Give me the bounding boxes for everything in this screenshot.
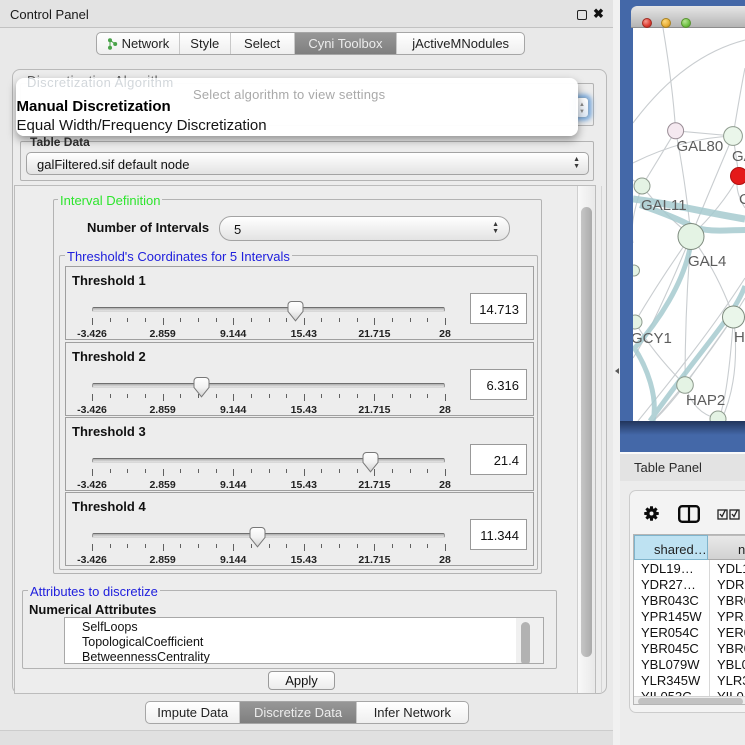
svg-text:C: C — [739, 191, 745, 208]
svg-text:GA: GA — [732, 148, 745, 165]
svg-text:HAP2: HAP2 — [686, 392, 725, 409]
svg-text:GAL4: GAL4 — [688, 253, 726, 270]
svg-text:GAL80: GAL80 — [677, 138, 724, 155]
svg-text:GAL11: GAL11 — [641, 197, 687, 214]
svg-text:GCY1: GCY1 — [633, 330, 672, 347]
svg-text:HI: HI — [734, 329, 745, 346]
